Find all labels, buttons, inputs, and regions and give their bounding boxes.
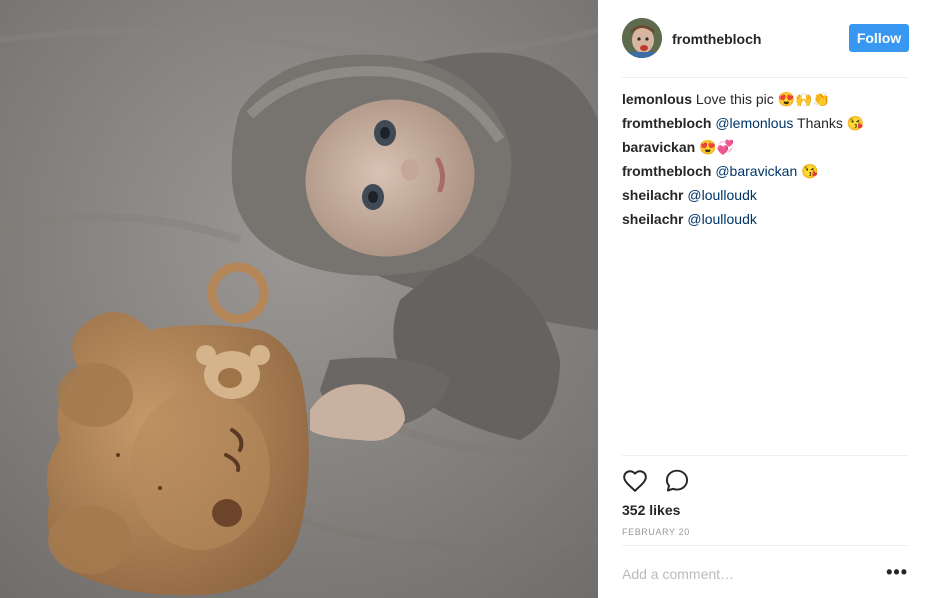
comment-input[interactable] (622, 566, 872, 582)
follow-button[interactable]: Follow (849, 24, 909, 52)
comment-text: Love this pic (695, 91, 774, 107)
comment-emoji: 😘 (801, 163, 819, 179)
comment-mention[interactable]: @lemonlous (715, 115, 793, 131)
speech-bubble-icon[interactable] (664, 468, 690, 494)
add-comment-section: ••• (622, 545, 908, 598)
action-icons (622, 466, 908, 496)
comment-mention[interactable]: @baravickan (715, 163, 797, 179)
post-sidebar: fromthebloch Follow lemonlous Love this … (598, 0, 930, 598)
heart-icon[interactable] (622, 468, 648, 494)
post-date: FEBRUARY 20 (622, 527, 690, 537)
comment-item: fromthebloch @baravickan 😘 (622, 162, 908, 180)
comment-emoji: 😍🙌👏 (777, 91, 830, 107)
comment-mention[interactable]: @loulloudk (687, 187, 756, 203)
comment-mention[interactable]: @loulloudk (687, 211, 756, 227)
comment-text: Thanks (797, 115, 843, 131)
comment-emoji: 😘 (846, 115, 865, 131)
comment-item: sheilachr @loulloudk (622, 186, 908, 204)
post-author-username[interactable]: fromthebloch (672, 31, 761, 47)
comment-username[interactable]: sheilachr (622, 187, 683, 203)
post-header: fromthebloch Follow (622, 18, 909, 78)
comment-list: lemonlous Love this pic 😍🙌👏 fromthebloch… (622, 90, 908, 234)
ellipsis-icon[interactable]: ••• (886, 562, 908, 583)
like-count[interactable]: 352 likes (622, 502, 908, 518)
comment-item: fromthebloch @lemonlous Thanks 😘 (622, 114, 908, 132)
comment-username[interactable]: fromthebloch (622, 115, 711, 131)
avatar-image (622, 18, 662, 58)
comment-username[interactable]: sheilachr (622, 211, 683, 227)
comment-username[interactable]: baravickan (622, 139, 695, 155)
post-actions: 352 likes FEBRUARY 20 (622, 455, 908, 537)
comment-item: lemonlous Love this pic 😍🙌👏 (622, 90, 908, 108)
instagram-post: fromthebloch Follow lemonlous Love this … (0, 0, 930, 598)
comment-username[interactable]: lemonlous (622, 91, 692, 107)
post-photo[interactable] (0, 0, 598, 598)
comment-item: baravickan 😍💞 (622, 138, 908, 156)
comment-item: sheilachr @loulloudk (622, 210, 908, 228)
avatar[interactable] (622, 18, 662, 58)
comment-username[interactable]: fromthebloch (622, 163, 711, 179)
comment-emoji: 😍💞 (699, 139, 734, 155)
post-photo-illustration (0, 0, 598, 598)
